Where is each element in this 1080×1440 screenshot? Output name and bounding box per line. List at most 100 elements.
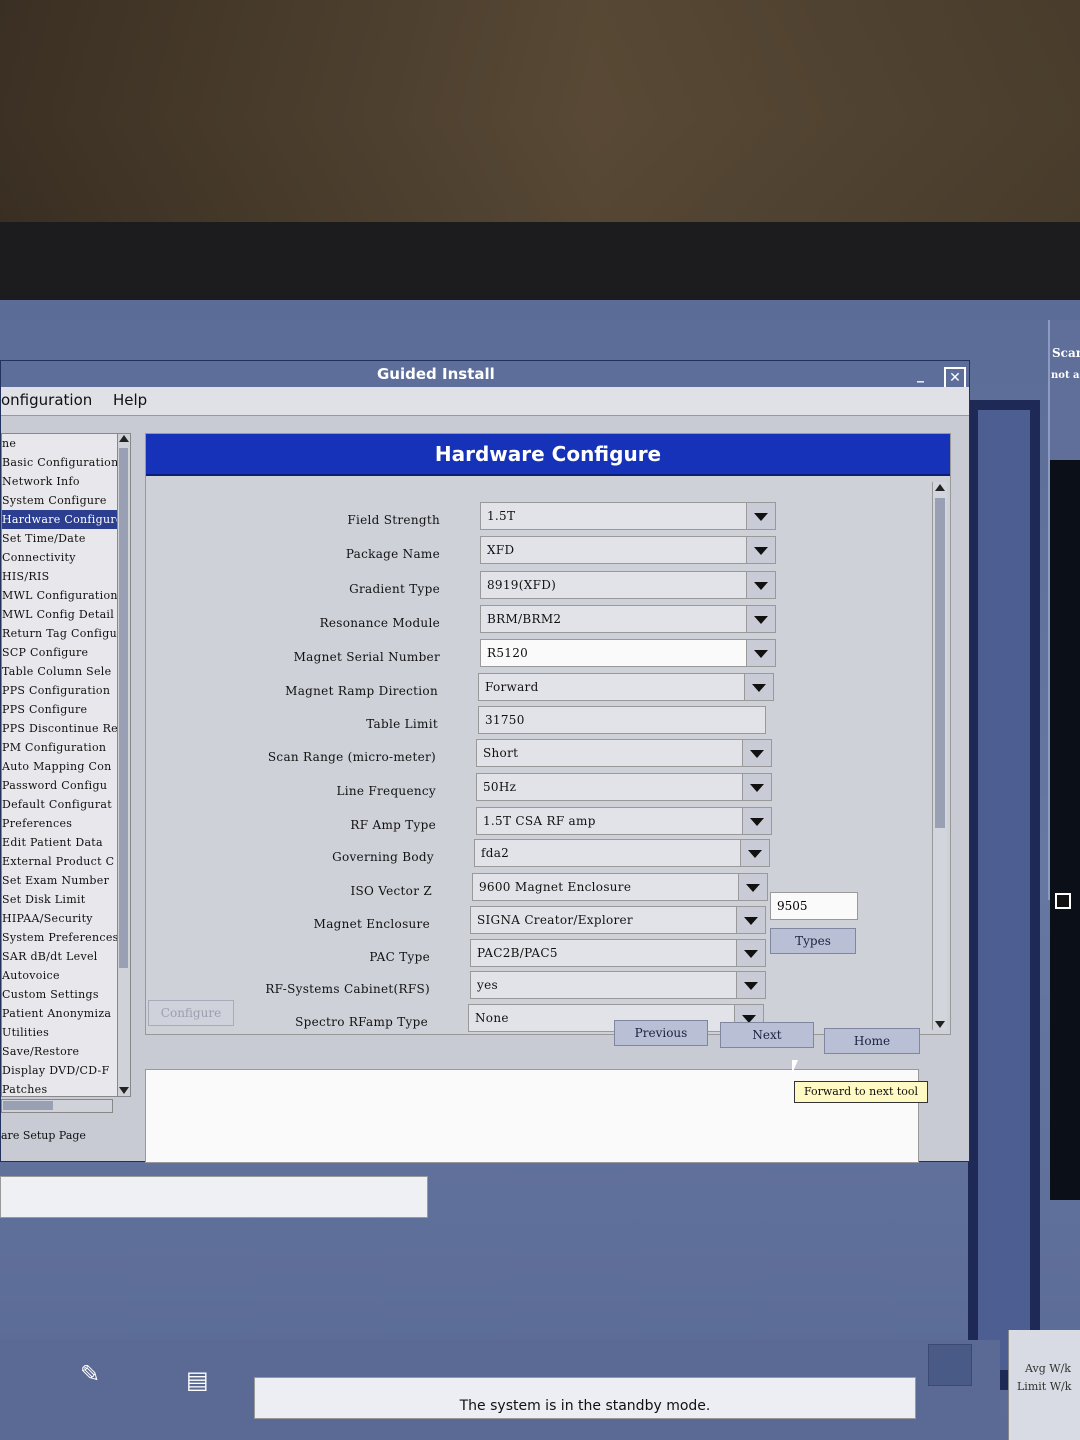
field-value: SIGNA Creator/Explorer xyxy=(477,913,633,927)
tree-item[interactable]: PPS Configure xyxy=(2,700,118,719)
tree-item[interactable]: Auto Mapping Con xyxy=(2,757,118,776)
tree-scrollbar[interactable] xyxy=(117,433,131,1097)
tree-item[interactable]: ne xyxy=(2,434,118,453)
minimize-button[interactable]: _ xyxy=(917,367,939,385)
field-label-row: PAC Type xyxy=(146,943,430,973)
field-dropdown[interactable]: yes xyxy=(470,971,766,999)
guided-install-dialog: Guided Install _ ✕ onfiguration Help ne B… xyxy=(0,360,970,1163)
field-value: 1.5T xyxy=(487,509,516,523)
field-dropdown[interactable]: 9600 Magnet Enclosure xyxy=(472,873,768,901)
tree-item[interactable]: PM Configuration xyxy=(2,738,118,757)
dropdown-arrow-icon[interactable] xyxy=(746,606,775,632)
field-dropdown[interactable]: SIGNA Creator/Explorer xyxy=(470,906,766,934)
tree-item[interactable]: MWL Config Detail xyxy=(2,605,118,624)
tree-item[interactable]: Table Column Sele xyxy=(2,662,118,681)
previous-button[interactable]: Previous xyxy=(614,1020,708,1046)
scan-viewport xyxy=(1050,460,1080,1200)
tree-item[interactable]: Display DVD/CD-F xyxy=(2,1061,118,1080)
avg-label: Avg W/k xyxy=(1025,1362,1071,1375)
film-icon[interactable]: ▤ xyxy=(186,1366,209,1394)
tree-item[interactable]: Patient Anonymiza xyxy=(2,1004,118,1023)
tree-item[interactable]: Connectivity xyxy=(2,548,118,567)
scroll-thumb[interactable] xyxy=(119,448,128,968)
field-dropdown[interactable]: 1.5T xyxy=(480,502,776,530)
tools-icon[interactable]: ✎ xyxy=(80,1360,100,1388)
tree-item[interactable]: Custom Settings xyxy=(2,985,118,1004)
field-label: ISO Vector Z xyxy=(350,884,432,898)
tree-item[interactable]: Basic Configuration xyxy=(2,453,118,472)
tree-item[interactable]: MWL Configuration xyxy=(2,586,118,605)
tree-item[interactable]: Password Configu xyxy=(2,776,118,795)
tree-item[interactable]: SAR dB/dt Level xyxy=(2,947,118,966)
field-dropdown[interactable]: BRM/BRM2 xyxy=(480,605,776,633)
field-input[interactable]: 31750 xyxy=(478,706,766,734)
tree-item[interactable]: Set Time/Date xyxy=(2,529,118,548)
dropdown-arrow-icon[interactable] xyxy=(736,972,765,998)
field-value: 1.5T CSA RF amp xyxy=(483,814,596,828)
scroll-down-icon[interactable] xyxy=(935,1021,945,1028)
field-dropdown[interactable]: PAC2B/PAC5 xyxy=(470,939,766,967)
field-dropdown[interactable]: 1.5T CSA RF amp xyxy=(476,807,772,835)
field-dropdown[interactable]: 50Hz xyxy=(476,773,772,801)
field-dropdown[interactable]: XFD xyxy=(480,536,776,564)
dropdown-arrow-icon[interactable] xyxy=(736,907,765,933)
tree-item[interactable]: Utilities xyxy=(2,1023,118,1042)
field-dropdown[interactable]: R5120 xyxy=(480,639,776,667)
panel-scrollbar[interactable] xyxy=(932,482,947,1030)
dropdown-arrow-icon[interactable] xyxy=(744,674,773,700)
menu-configuration[interactable]: onfiguration xyxy=(1,391,92,409)
scroll-up-icon[interactable] xyxy=(935,484,945,491)
dropdown-arrow-icon[interactable] xyxy=(742,740,771,766)
field-label: Spectro RFamp Type xyxy=(295,1015,428,1029)
tree-item[interactable]: Set Exam Number xyxy=(2,871,118,890)
field-value: BRM/BRM2 xyxy=(487,612,562,626)
tree-item[interactable]: Preferences xyxy=(2,814,118,833)
dropdown-arrow-icon[interactable] xyxy=(738,874,767,900)
scroll-thumb[interactable] xyxy=(935,498,945,828)
tree-item[interactable]: Save/Restore xyxy=(2,1042,118,1061)
dropdown-arrow-icon[interactable] xyxy=(740,840,769,866)
tree-item[interactable]: HIS/RIS xyxy=(2,567,118,586)
dropdown-arrow-icon[interactable] xyxy=(746,503,775,529)
tree-item[interactable]: System Configure xyxy=(2,491,118,510)
field-dropdown[interactable]: 8919(XFD) xyxy=(480,571,776,599)
iso-vector-value[interactable]: 9505 xyxy=(770,892,858,920)
tree-item[interactable]: Return Tag Configu xyxy=(2,624,118,643)
field-label: Field Strength xyxy=(347,513,440,527)
dropdown-arrow-icon[interactable] xyxy=(736,940,765,966)
types-button[interactable]: Types xyxy=(770,928,856,954)
field-dropdown[interactable]: fda2 xyxy=(474,839,770,867)
field-dropdown[interactable]: Short xyxy=(476,739,772,767)
tree-item[interactable]: HIPAA/Security xyxy=(2,909,118,928)
window-title: Guided Install xyxy=(377,365,495,383)
tree-item[interactable]: Set Disk Limit xyxy=(2,890,118,909)
menu-help[interactable]: Help xyxy=(113,391,147,409)
home-button[interactable]: Home xyxy=(824,1028,920,1054)
tree-item[interactable]: PPS Discontinue Re xyxy=(2,719,118,738)
scroll-up-icon[interactable] xyxy=(119,435,129,442)
tree-hscrollbar[interactable] xyxy=(1,1099,113,1113)
tree-item[interactable]: System Preferences xyxy=(2,928,118,947)
dropdown-arrow-icon[interactable] xyxy=(742,774,771,800)
scan-checkbox[interactable] xyxy=(1055,893,1071,909)
tree-item[interactable]: Edit Patient Data xyxy=(2,833,118,852)
corner-button[interactable] xyxy=(928,1344,972,1386)
dropdown-arrow-icon[interactable] xyxy=(746,572,775,598)
close-button[interactable]: ✕ xyxy=(944,367,966,389)
next-button[interactable]: Next xyxy=(720,1022,814,1048)
dropdown-arrow-icon[interactable] xyxy=(746,640,775,666)
dropdown-arrow-icon[interactable] xyxy=(746,537,775,563)
tree-item[interactable]: SCP Configure xyxy=(2,643,118,662)
tree-item[interactable]: Hardware Configure xyxy=(2,510,118,529)
scroll-down-icon[interactable] xyxy=(119,1087,129,1094)
configure-button[interactable]: Configure xyxy=(148,1000,234,1026)
tree-item[interactable]: Patches xyxy=(2,1080,118,1096)
tree-item[interactable]: Autovoice xyxy=(2,966,118,985)
tree-item[interactable]: External Product C xyxy=(2,852,118,871)
field-label-row: Resonance Module xyxy=(146,609,440,639)
tree-item[interactable]: PPS Configuration xyxy=(2,681,118,700)
tree-item[interactable]: Network Info xyxy=(2,472,118,491)
field-dropdown[interactable]: Forward xyxy=(478,673,774,701)
dropdown-arrow-icon[interactable] xyxy=(742,808,771,834)
tree-item[interactable]: Default Configurat xyxy=(2,795,118,814)
